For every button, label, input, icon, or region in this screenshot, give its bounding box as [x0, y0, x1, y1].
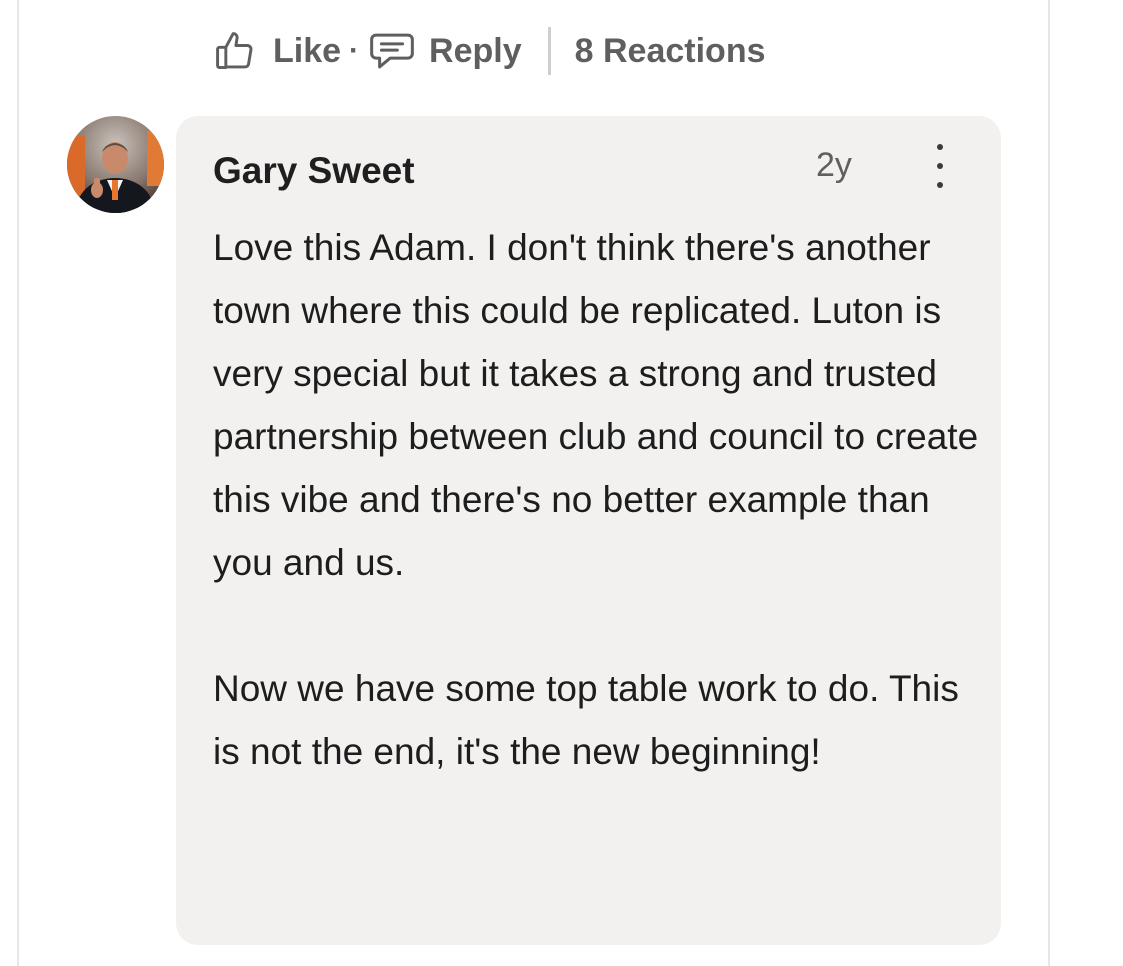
comment-bubble: Gary Sweet 2y Love this Adam. I don't th…	[176, 116, 1001, 945]
comment-body: Love this Adam. I don't think there's an…	[213, 216, 983, 783]
action-dot-separator: ·	[349, 34, 360, 67]
reactions-count-link[interactable]: 8 Reactions	[575, 32, 766, 71]
avatar[interactable]	[67, 116, 164, 213]
comment-paragraph: Love this Adam. I don't think there's an…	[213, 227, 979, 583]
comment-author-name[interactable]: Gary Sweet	[213, 150, 415, 192]
reply-icon	[370, 33, 414, 69]
comment-action-bar: Like · Reply 8 Reactions	[213, 22, 766, 80]
reactions-label: 8 Reactions	[574, 31, 766, 70]
profile-photo	[67, 116, 164, 213]
thumbs-up-icon	[216, 32, 253, 69]
like-button[interactable]: Like	[213, 29, 341, 73]
reply-button[interactable]: Reply	[369, 31, 522, 71]
comment-thread: Like · Reply 8 Reactions Gary Sweet 2y L…	[0, 0, 1123, 966]
thread-border-left	[17, 0, 19, 966]
comment-paragraph: Now we have some top table work to do. T…	[213, 668, 959, 772]
action-divider	[547, 27, 551, 75]
comment-timestamp: 2y	[816, 146, 852, 184]
reply-label: Reply	[429, 31, 522, 70]
like-label: Like	[273, 31, 342, 70]
more-options-icon[interactable]	[928, 144, 952, 188]
thread-border-right	[1048, 0, 1050, 966]
